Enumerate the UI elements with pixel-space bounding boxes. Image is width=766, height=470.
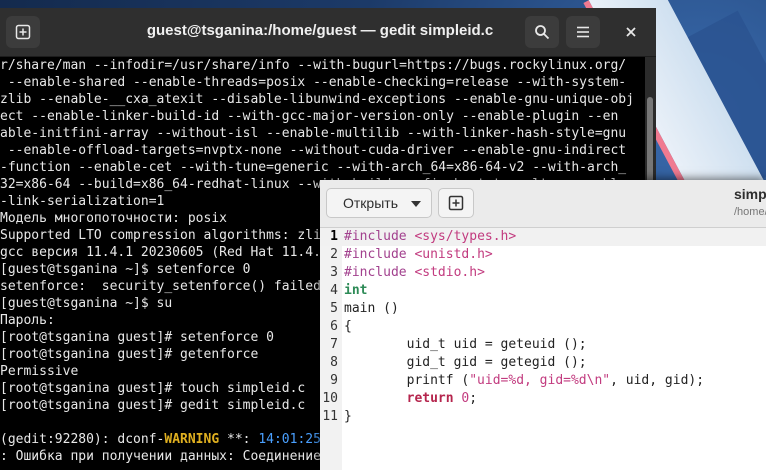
line-number: 10 xyxy=(322,391,338,406)
line-number: 4 xyxy=(330,283,338,298)
code-line: 4 int xyxy=(320,282,766,300)
line-number: 8 xyxy=(330,355,338,370)
line-number: 2 xyxy=(330,247,338,262)
line-number: 5 xyxy=(330,301,338,316)
terminal-header-bar: guest@tsganina:/home/guest — gedit simpl… xyxy=(0,8,656,57)
terminal-line: r/share/man --infodir=/usr/share/info --… xyxy=(0,58,627,73)
search-icon xyxy=(535,25,550,40)
terminal-line: zlib --enable-__cxa_atexit --disable-lib… xyxy=(0,92,634,107)
new-document-button[interactable] xyxy=(438,188,474,218)
document-path: /home/guest xyxy=(734,206,766,218)
hamburger-menu-icon xyxy=(577,26,589,38)
code-line: 8 gid_t gid = getegid (); xyxy=(320,354,766,372)
new-tab-icon xyxy=(15,24,31,40)
line-number: 9 xyxy=(330,373,338,388)
menu-button[interactable] xyxy=(566,16,600,48)
open-button[interactable]: Открыть xyxy=(326,188,432,218)
line-number: 3 xyxy=(330,265,338,280)
line-number: 7 xyxy=(330,337,338,352)
code-line: 9 printf ("uid=%d, gid=%d\n", uid, gid); xyxy=(320,372,766,390)
terminal-line: ect --enable-linker-build-id --with-gcc-… xyxy=(0,109,619,124)
code-line: 2 #include <unistd.h> xyxy=(320,246,766,264)
line-number: 11 xyxy=(322,409,338,424)
code-line: 3 #include <stdio.h> xyxy=(320,264,766,282)
search-button[interactable] xyxy=(525,16,559,48)
terminal-line: able-initfini-array --without-isl --enab… xyxy=(0,126,627,141)
code-line: 1 #include <sys/types.h> xyxy=(320,228,766,246)
warning-prefix: (gedit:92280): dconf- xyxy=(0,432,165,447)
new-document-icon xyxy=(448,195,464,211)
terminal-line: -function --enable-cet --with-tune=gener… xyxy=(0,160,627,175)
close-icon xyxy=(626,27,636,37)
line-number: 1 xyxy=(330,229,338,244)
code-editor[interactable]: 1 #include <sys/types.h> 2 #include <unist… xyxy=(320,228,766,470)
open-button-label: Открыть xyxy=(343,195,398,211)
gedit-window[interactable]: Открыть simpleid.c /home/guest 1#include… xyxy=(320,180,766,470)
document-title: simpleid.c xyxy=(734,186,766,202)
terminal-title: guest@tsganina:/home/guest — gedit simpl… xyxy=(146,22,494,39)
code-line: 10 return 0; xyxy=(320,390,766,408)
code-line: 6{ xyxy=(320,318,766,336)
line-number: 6 xyxy=(330,319,338,334)
terminal-line: --enable-shared --enable-threads=posix -… xyxy=(0,75,627,90)
new-tab-button[interactable] xyxy=(6,16,40,48)
gedit-header-bar: Открыть simpleid.c /home/guest xyxy=(320,180,766,228)
code-line: 5 main () xyxy=(320,300,766,318)
warning-sep: **: xyxy=(219,432,259,447)
terminal-line: --enable-offload-targets=nvptx-none --wi… xyxy=(0,143,627,158)
warning-level: WARNING xyxy=(164,432,220,447)
close-button[interactable] xyxy=(614,16,648,48)
code-line: 7 uid_t uid = geteuid (); xyxy=(320,336,766,354)
chevron-down-icon xyxy=(411,201,421,207)
code-line: 11} xyxy=(320,408,766,426)
